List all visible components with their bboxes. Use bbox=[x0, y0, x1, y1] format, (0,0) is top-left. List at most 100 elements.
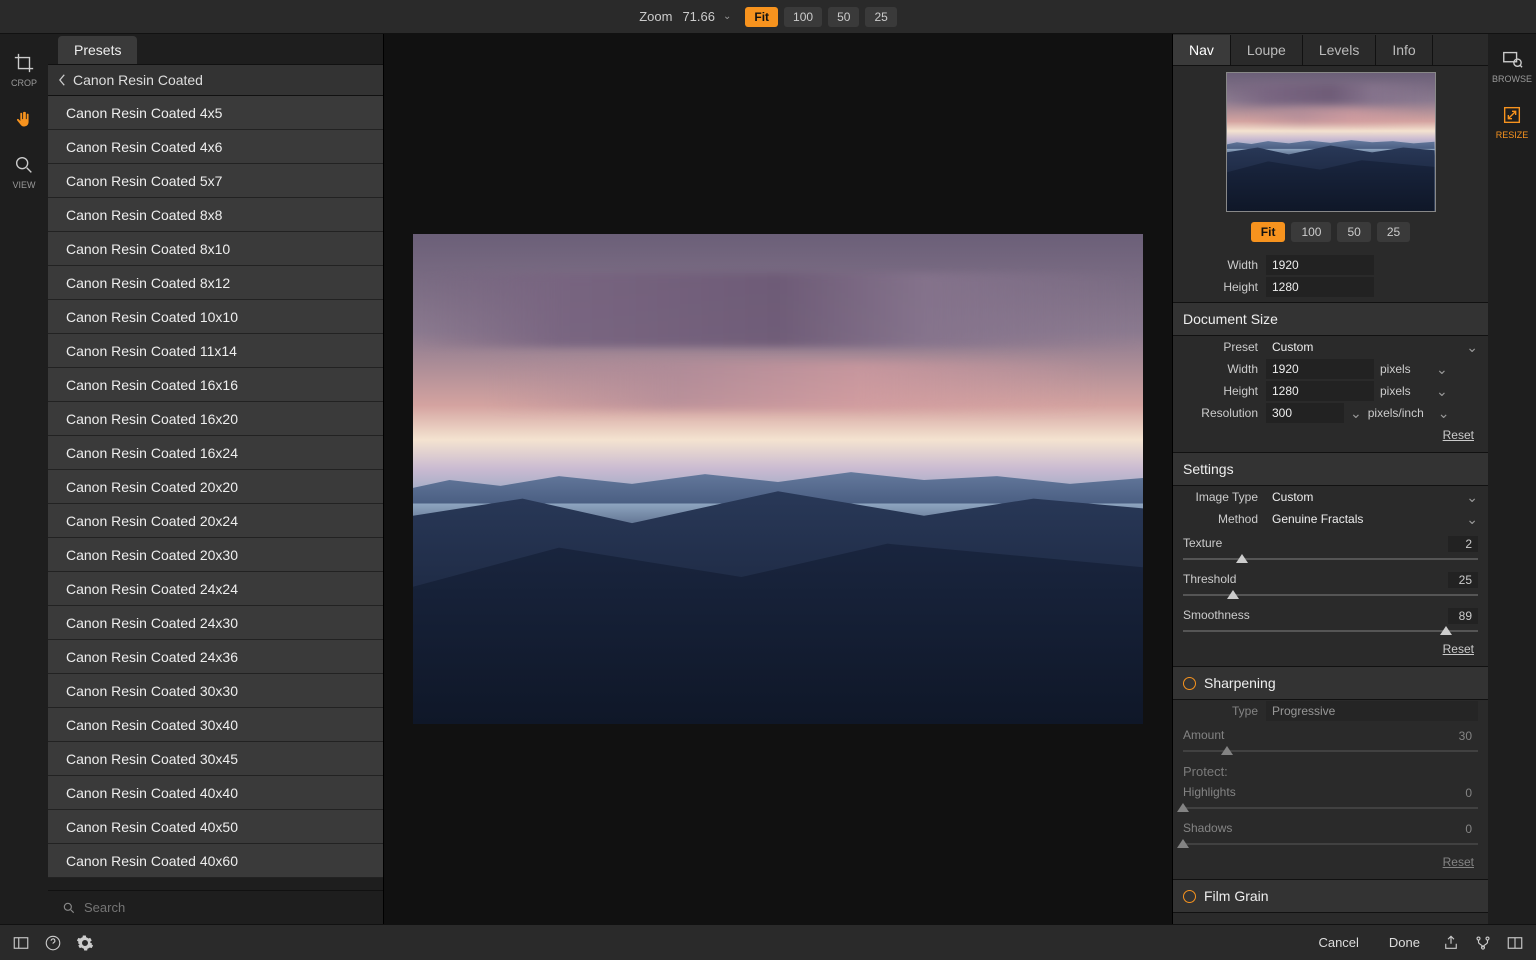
presets-tab[interactable]: Presets bbox=[48, 34, 383, 64]
nav-zoom-50[interactable]: 50 bbox=[1337, 222, 1370, 242]
preset-item[interactable]: Canon Resin Coated 11x14 bbox=[48, 334, 383, 368]
preset-item[interactable]: Canon Resin Coated 16x20 bbox=[48, 402, 383, 436]
zoom-25-button[interactable]: 25 bbox=[865, 7, 896, 27]
preset-item[interactable]: Canon Resin Coated 24x24 bbox=[48, 572, 383, 606]
preset-item[interactable]: Canon Resin Coated 30x30 bbox=[48, 674, 383, 708]
presets-search-input[interactable] bbox=[84, 900, 369, 915]
presets-list[interactable]: Canon Resin Coated 4x5Canon Resin Coated… bbox=[48, 96, 383, 890]
canvas-area[interactable] bbox=[384, 34, 1172, 924]
presets-back-header[interactable]: Canon Resin Coated bbox=[48, 64, 383, 96]
zoom-50-button[interactable]: 50 bbox=[828, 7, 859, 27]
film-grain-header[interactable]: Film Grain bbox=[1173, 879, 1488, 913]
right-panel: Nav Loupe Levels Info Fit 100 50 25 Widt… bbox=[1172, 34, 1488, 924]
settings-header[interactable]: Settings bbox=[1173, 452, 1488, 486]
tab-info[interactable]: Info bbox=[1376, 35, 1432, 65]
sharp-type-select[interactable]: Progressive bbox=[1266, 701, 1478, 721]
crop-icon bbox=[13, 52, 35, 74]
zoom-value[interactable]: 71.66 bbox=[682, 9, 715, 24]
gear-icon[interactable] bbox=[76, 934, 94, 952]
chevron-left-icon bbox=[58, 73, 67, 87]
chevron-down-icon[interactable]: ⌄ bbox=[1466, 339, 1478, 356]
texture-slider[interactable]: Texture2 bbox=[1173, 536, 1488, 566]
chevron-down-icon[interactable]: ⌄ bbox=[1436, 383, 1448, 400]
preset-item[interactable]: Canon Resin Coated 20x24 bbox=[48, 504, 383, 538]
preset-item[interactable]: Canon Resin Coated 40x50 bbox=[48, 810, 383, 844]
navigator-thumbnail[interactable] bbox=[1226, 72, 1436, 212]
compare-icon[interactable] bbox=[1506, 934, 1524, 952]
tab-nav[interactable]: Nav bbox=[1173, 35, 1231, 65]
chevron-down-icon[interactable]: ⌄ bbox=[1436, 361, 1448, 378]
protect-label: Protect: bbox=[1173, 758, 1488, 779]
pixel-height-input[interactable] bbox=[1266, 277, 1374, 297]
doc-height-input[interactable] bbox=[1266, 381, 1374, 401]
chevron-down-icon[interactable]: ⌄ bbox=[1466, 511, 1478, 528]
threshold-slider[interactable]: Threshold25 bbox=[1173, 572, 1488, 602]
preset-item[interactable]: Canon Resin Coated 5x7 bbox=[48, 164, 383, 198]
left-tool-strip: CROP VIEW bbox=[0, 34, 48, 924]
document-size-header[interactable]: Document Size bbox=[1173, 302, 1488, 336]
smoothness-slider[interactable]: Smoothness89 bbox=[1173, 608, 1488, 638]
preset-item[interactable]: Canon Resin Coated 4x6 bbox=[48, 130, 383, 164]
bottom-bar: Cancel Done bbox=[0, 924, 1536, 960]
preset-item[interactable]: Canon Resin Coated 24x30 bbox=[48, 606, 383, 640]
chevron-down-icon[interactable]: ⌄ bbox=[1350, 405, 1362, 422]
doc-reset-link[interactable]: Reset bbox=[1173, 424, 1488, 448]
nav-zoom-25[interactable]: 25 bbox=[1377, 222, 1410, 242]
search-icon bbox=[62, 901, 76, 915]
nav-zoom-100[interactable]: 100 bbox=[1291, 222, 1331, 242]
preset-item[interactable]: Canon Resin Coated 40x40 bbox=[48, 776, 383, 810]
preset-item[interactable]: Canon Resin Coated 40x60 bbox=[48, 844, 383, 878]
help-icon[interactable] bbox=[44, 934, 62, 952]
zoom-label: Zoom bbox=[639, 9, 672, 24]
highlights-slider[interactable]: Highlights0 bbox=[1173, 785, 1488, 815]
preset-item[interactable]: Canon Resin Coated 8x12 bbox=[48, 266, 383, 300]
preset-item[interactable]: Canon Resin Coated 30x45 bbox=[48, 742, 383, 776]
method-select[interactable]: Genuine Fractals bbox=[1266, 509, 1460, 529]
resize-icon bbox=[1501, 104, 1523, 126]
preset-item[interactable]: Canon Resin Coated 16x24 bbox=[48, 436, 383, 470]
view-tool[interactable]: VIEW bbox=[12, 154, 35, 190]
panel-toggle-icon[interactable] bbox=[12, 934, 30, 952]
share-icon[interactable] bbox=[1442, 934, 1460, 952]
presets-panel: Presets Canon Resin Coated Canon Resin C… bbox=[48, 34, 384, 924]
pan-tool[interactable] bbox=[13, 110, 35, 132]
pixel-width-input[interactable] bbox=[1266, 255, 1374, 275]
preset-item[interactable]: Canon Resin Coated 8x8 bbox=[48, 198, 383, 232]
right-tool-strip: BROWSE RESIZE bbox=[1488, 34, 1536, 924]
preset-item[interactable]: Canon Resin Coated 4x5 bbox=[48, 96, 383, 130]
tab-levels[interactable]: Levels bbox=[1303, 35, 1376, 65]
preset-item[interactable]: Canon Resin Coated 16x16 bbox=[48, 368, 383, 402]
preview-image bbox=[413, 234, 1143, 724]
done-button[interactable]: Done bbox=[1381, 931, 1428, 954]
zoom-100-button[interactable]: 100 bbox=[784, 7, 822, 27]
preset-item[interactable]: Canon Resin Coated 30x40 bbox=[48, 708, 383, 742]
browse-tool[interactable]: BROWSE bbox=[1492, 48, 1532, 84]
sharpening-reset-link[interactable]: Reset bbox=[1173, 851, 1488, 875]
top-zoom-bar: Zoom 71.66 ⌄ Fit 100 50 25 bbox=[0, 0, 1536, 34]
preset-item[interactable]: Canon Resin Coated 20x20 bbox=[48, 470, 383, 504]
zoom-dropdown-icon[interactable]: ⌄ bbox=[723, 11, 731, 22]
amount-slider[interactable]: Amount30 bbox=[1173, 728, 1488, 758]
tab-loupe[interactable]: Loupe bbox=[1231, 35, 1303, 65]
chevron-down-icon[interactable]: ⌄ bbox=[1438, 405, 1450, 422]
resize-tool[interactable]: RESIZE bbox=[1496, 104, 1529, 140]
nav-zoom-fit[interactable]: Fit bbox=[1251, 222, 1286, 242]
preset-item[interactable]: Canon Resin Coated 8x10 bbox=[48, 232, 383, 266]
settings-reset-link[interactable]: Reset bbox=[1173, 638, 1488, 662]
doc-resolution-input[interactable] bbox=[1266, 403, 1344, 423]
preset-item[interactable]: Canon Resin Coated 24x36 bbox=[48, 640, 383, 674]
preset-item[interactable]: Canon Resin Coated 20x30 bbox=[48, 538, 383, 572]
hand-icon bbox=[13, 110, 35, 132]
branch-icon[interactable] bbox=[1474, 934, 1492, 952]
browse-icon bbox=[1501, 48, 1523, 70]
sharpening-header[interactable]: Sharpening bbox=[1173, 666, 1488, 700]
chevron-down-icon[interactable]: ⌄ bbox=[1466, 489, 1478, 506]
shadows-slider[interactable]: Shadows0 bbox=[1173, 821, 1488, 851]
image-type-select[interactable]: Custom bbox=[1266, 487, 1460, 507]
zoom-fit-button[interactable]: Fit bbox=[745, 7, 778, 27]
preset-item[interactable]: Canon Resin Coated 10x10 bbox=[48, 300, 383, 334]
doc-preset-select[interactable]: Custom bbox=[1266, 337, 1460, 357]
doc-width-input[interactable] bbox=[1266, 359, 1374, 379]
cancel-button[interactable]: Cancel bbox=[1310, 931, 1366, 954]
crop-tool[interactable]: CROP bbox=[11, 52, 37, 88]
